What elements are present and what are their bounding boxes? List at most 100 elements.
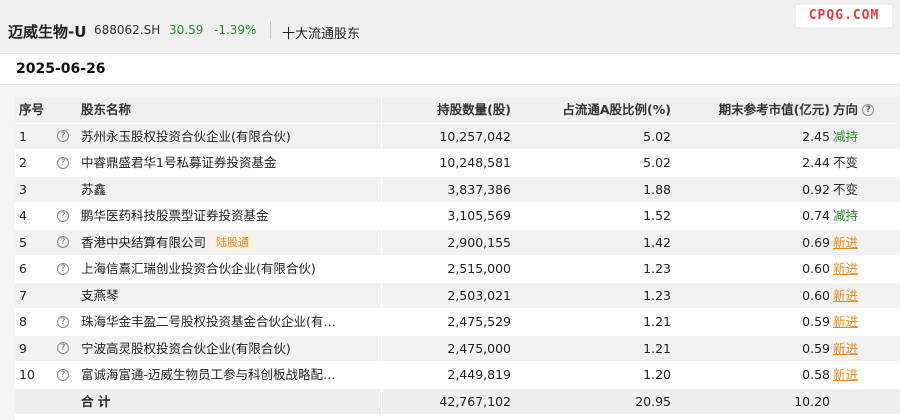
channel-tag[interactable]: 陆股通 [212, 233, 254, 251]
direction-link[interactable]: 新进 [833, 283, 893, 309]
help-icon[interactable]: ? [57, 156, 69, 169]
table-row: 1? 苏州永玉股权投资合伙企业(有限合伙) 10,257,042 5.02 2.45 减持 [15, 123, 900, 150]
ratio-value: 1.20 [643, 367, 671, 382]
col-header-holder: 股东名称 [81, 102, 132, 117]
row-index: 10 [19, 367, 35, 382]
direction-link: 不变 [833, 155, 859, 170]
ratio-value: 5.02 [643, 155, 671, 170]
holder-help-cell: ? [57, 362, 75, 388]
section-title: 十大流通股东 [282, 27, 361, 42]
shares-value: 2,515,000 [447, 261, 511, 276]
holder-name[interactable]: 鹏华医药科技股票型证券投资基金 [81, 208, 269, 223]
stock-header-bar: 迈威生物-U 688062.SH 30.59 -1.39% 十大流通股东 CPQ… [0, 0, 900, 54]
holder-name-cell: 宁波高灵股权投资合伙企业(有限合伙) [81, 336, 381, 362]
direction-link[interactable]: 新进 [833, 230, 893, 256]
row-index: 5 [19, 234, 27, 250]
holder-name[interactable]: 苏州永玉股权投资合伙企业(有限合伙) [81, 129, 291, 144]
row-index: 4 [19, 208, 27, 223]
stock-change-pct: -1.39% [214, 23, 257, 37]
holder-name[interactable]: 中睿鼎盛君华1号私募证券投资基金 [81, 155, 276, 170]
holder-name-cell: 鹏华医药科技股票型证券投资基金 [81, 203, 381, 229]
table-row: 10? 富诚海富通-迈威生物员工参与科创板战略配… 2,449,819 1.20 0.5… [15, 362, 900, 389]
help-icon[interactable]: ? [57, 368, 69, 381]
help-icon[interactable]: ? [57, 236, 69, 248]
shares-value: 10,248,581 [439, 155, 511, 170]
holder-name-cell: 苏州永玉股权投资合伙企业(有限合伙) [81, 124, 381, 150]
help-icon[interactable]: ? [57, 315, 69, 328]
col-header-shares[interactable]: 持股数量(股) [381, 97, 511, 123]
stock-code: 688062.SH [94, 23, 161, 37]
help-icon[interactable]: ? [57, 262, 69, 275]
col-header-ratio[interactable]: 占流通A股比例(%) [525, 97, 671, 123]
shares-value: 3,105,569 [447, 208, 511, 223]
row-index: 8 [19, 314, 27, 329]
holder-help-cell: ? [57, 203, 75, 229]
stock-name[interactable]: 迈威生物-U [8, 21, 86, 42]
direction-link[interactable]: 新进 [833, 309, 893, 335]
table-row: 3 苏鑫 3,837,386 1.88 0.92 不变 [15, 176, 900, 203]
shareholder-table: 序号 股东名称 持股数量(股) 占流通A股比例(%) 期末参考市值(亿元) 方向… [15, 97, 900, 420]
market-value: 0.59 [802, 340, 830, 356]
help-icon[interactable]: ? [862, 103, 875, 116]
holder-name[interactable]: 苏鑫 [81, 182, 106, 197]
shares-value: 2,449,819 [447, 367, 511, 382]
table-header-row: 序号 股东名称 持股数量(股) 占流通A股比例(%) 期末参考市值(亿元) 方向… [15, 97, 900, 124]
market-value: 0.92 [802, 181, 830, 197]
total-label: 合 计 [81, 393, 111, 409]
col-header-value[interactable]: 期末参考市值(亿元) [685, 97, 830, 123]
help-icon[interactable]: ? [57, 342, 69, 354]
help-icon[interactable]: ? [57, 130, 69, 142]
holder-name[interactable]: 上海信熹汇瑞创业投资合伙企业(有限合伙) [81, 261, 316, 276]
table-row: 4? 鹏华医药科技股票型证券投资基金 3,105,569 1.52 0.74 减持 [15, 203, 900, 230]
table-row: 2? 中睿鼎盛君华1号私募证券投资基金 10,248,581 5.02 2.44 不变 [15, 150, 900, 177]
holder-help-cell: ? [57, 336, 75, 362]
report-date-bar: 2025-06-26 [0, 55, 900, 85]
shares-value: 2,900,155 [447, 234, 511, 250]
market-value: 0.69 [802, 234, 830, 250]
table-row: 9? 宁波高灵股权投资合伙企业(有限合伙) 2,475,000 1.21 0.59 新进 [15, 335, 900, 362]
table-row: 5? 香港中央结算有限公司 陆股通 2,900,155 1.42 0.69 新进 [15, 229, 900, 256]
direction-link[interactable]: 新进 [833, 336, 893, 362]
shares-value: 2,503,021 [447, 287, 511, 303]
direction-link[interactable]: 减持 [833, 203, 893, 229]
report-date[interactable]: 2025-06-26 [16, 61, 106, 77]
total-shares: 42,767,102 [439, 393, 511, 409]
table-row: 6? 上海信熹汇瑞创业投资合伙企业(有限合伙) 2,515,000 1.23 0.60 新… [15, 256, 900, 283]
col-header-index: 序号 [19, 102, 45, 117]
direction-link[interactable]: 新进 [833, 256, 893, 282]
header-divider [270, 21, 271, 39]
help-icon[interactable]: ? [57, 209, 69, 222]
row-index: 2 [19, 155, 27, 170]
row-index: 6 [19, 261, 27, 276]
holder-name[interactable]: 宁波高灵股权投资合伙企业(有限合伙) [81, 341, 291, 356]
table-row: 7 支燕琴 2,503,021 1.23 0.60 新进 [15, 282, 900, 309]
table-row: 8? 珠海华金丰盈二号股权投资基金合伙企业(有… 2,475,529 1.21 0.59… [15, 309, 900, 336]
holder-help-cell: ? [57, 230, 75, 256]
holder-help-cell: ? [57, 124, 75, 150]
holder-name-cell: 上海信熹汇瑞创业投资合伙企业(有限合伙) [81, 256, 381, 282]
holder-name-cell: 珠海华金丰盈二号股权投资基金合伙企业(有… [81, 309, 381, 335]
market-value: 0.60 [802, 261, 830, 276]
market-value: 0.59 [802, 314, 830, 329]
direction-link[interactable]: 减持 [833, 124, 893, 150]
shares-value: 3,837,386 [447, 181, 511, 197]
holder-name[interactable]: 支燕琴 [81, 288, 119, 303]
holder-name-cell: 苏鑫 [81, 177, 381, 203]
holder-name[interactable]: 富诚海富通-迈威生物员工参与科创板战略配… [81, 367, 336, 382]
shares-value: 2,475,529 [447, 314, 511, 329]
holder-name[interactable]: 珠海华金丰盈二号股权投资基金合伙企业(有… [81, 314, 336, 329]
ratio-value: 5.02 [643, 128, 671, 144]
row-index: 3 [19, 181, 27, 197]
stock-price: 30.59 [169, 23, 204, 37]
market-value: 0.74 [802, 208, 830, 223]
market-value: 2.44 [802, 155, 830, 170]
shareholder-table-wrapper: 序号 股东名称 持股数量(股) 占流通A股比例(%) 期末参考市值(亿元) 方向… [0, 86, 900, 420]
direction-link: 不变 [833, 181, 859, 197]
direction-link[interactable]: 新进 [833, 362, 893, 388]
holder-name-cell: 香港中央结算有限公司 陆股通 [81, 230, 381, 256]
holder-name[interactable]: 香港中央结算有限公司 [81, 235, 206, 250]
holder-help-cell: ? [57, 309, 75, 335]
ratio-value: 1.23 [643, 261, 671, 276]
holder-name-cell: 富诚海富通-迈威生物员工参与科创板战略配… [81, 362, 381, 388]
holder-help-cell: ? [57, 256, 75, 282]
